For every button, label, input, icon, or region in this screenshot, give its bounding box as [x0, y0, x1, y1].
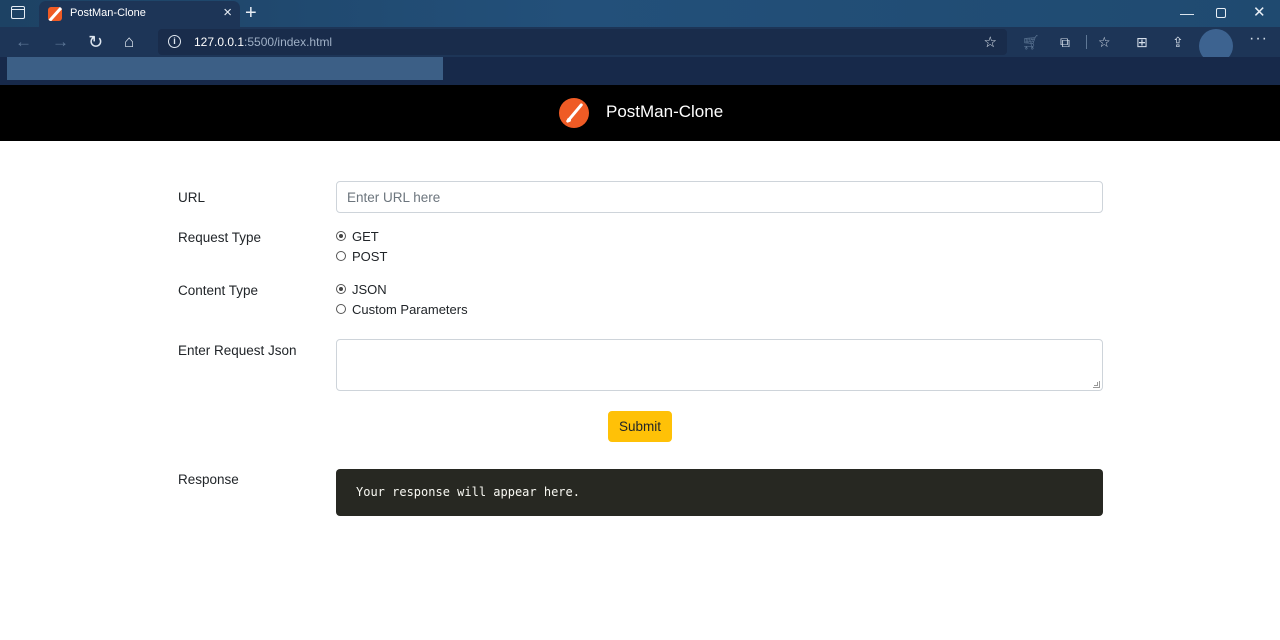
address-url[interactable]: 127.0.0.1:5500/index.html — [194, 35, 332, 49]
tab-title: PostMan-Clone — [70, 7, 146, 19]
share-icon[interactable]: ⇪ — [1172, 33, 1184, 51]
content-type-label: Content Type — [178, 283, 259, 298]
url-input[interactable] — [336, 181, 1103, 213]
site-info-icon[interactable]: i — [168, 35, 181, 48]
collections-icon[interactable]: ⊞ — [1136, 33, 1148, 51]
request-json-label: Enter Request Json — [178, 343, 297, 358]
radio-button[interactable] — [336, 284, 346, 294]
reload-icon[interactable]: ↻ — [88, 31, 103, 53]
browser-tab[interactable]: PostMan-Clone × — [39, 1, 240, 27]
new-tab-icon[interactable]: + — [245, 0, 257, 26]
radio-button[interactable] — [336, 304, 346, 314]
browser-tab-strip: PostMan-Clone × + — ✕ — [0, 0, 1280, 27]
favorites-bar-item[interactable] — [7, 57, 443, 80]
home-icon[interactable]: ⌂ — [124, 31, 134, 53]
toolbar-divider — [1086, 35, 1087, 49]
url-label: URL — [178, 190, 206, 205]
favorites-icon[interactable]: ☆ — [1098, 33, 1111, 51]
request-json-textarea[interactable] — [336, 339, 1103, 391]
tab-actions-icon[interactable] — [11, 6, 25, 19]
radio-label: GET — [352, 228, 379, 244]
postman-logo-icon — [559, 98, 589, 128]
address-bar[interactable]: i 127.0.0.1:5500/index.html ☆ — [158, 29, 1007, 55]
radio-label: JSON — [352, 281, 387, 297]
radio-custom-parameters[interactable]: Custom Parameters — [336, 300, 468, 318]
site-header: PostMan-Clone — [0, 85, 1280, 141]
shopping-icon[interactable]: 🛒︎ — [1022, 33, 1040, 51]
response-box: Your response will appear here. — [336, 469, 1103, 516]
favicon-icon — [48, 7, 62, 21]
resize-grip-icon[interactable] — [1093, 381, 1100, 388]
more-icon[interactable]: ··· — [1249, 30, 1268, 48]
radio-json[interactable]: JSON — [336, 280, 387, 298]
radio-label: Custom Parameters — [352, 301, 468, 317]
favorites-bar — [0, 57, 1280, 85]
request-type-label: Request Type — [178, 230, 262, 245]
radio-button[interactable] — [336, 251, 346, 261]
radio-button[interactable] — [336, 231, 346, 241]
response-text: Your response will appear here. — [356, 485, 580, 499]
radio-get[interactable]: GET — [336, 227, 379, 245]
add-favorite-icon[interactable]: ☆ — [984, 33, 997, 51]
response-label: Response — [178, 472, 239, 487]
tab-close-icon[interactable]: × — [223, 4, 232, 22]
forward-icon[interactable]: → — [52, 31, 69, 53]
brand-title: PostMan-Clone — [606, 102, 724, 121]
maximize-icon[interactable] — [1216, 8, 1226, 18]
radio-label: POST — [352, 248, 388, 264]
browser-toolbar: ← → ↻ ⌂ i 127.0.0.1:5500/index.html ☆ 🛒︎… — [0, 27, 1280, 63]
extensions-icon[interactable]: ⧉ — [1060, 33, 1070, 51]
back-icon[interactable]: ← — [15, 31, 32, 53]
window-close-icon[interactable]: ✕ — [1253, 4, 1266, 22]
minimize-icon[interactable]: — — [1180, 4, 1194, 22]
submit-button[interactable]: Submit — [608, 411, 672, 442]
radio-post[interactable]: POST — [336, 247, 387, 265]
